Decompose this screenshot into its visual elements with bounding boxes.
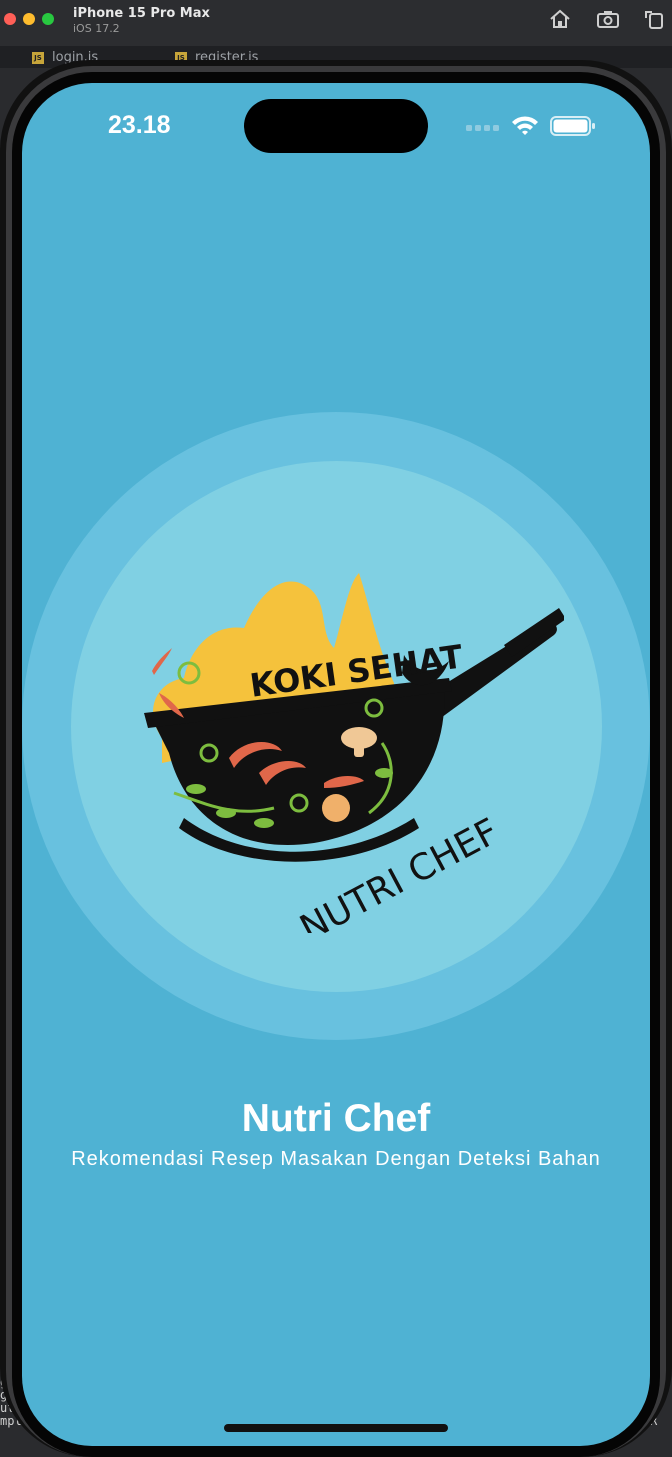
splash-screen: 23.18 KOKI SEHAT NUTRI CHEF Nutri Chef R…: [22, 83, 650, 1446]
os-version: iOS 17.2: [73, 22, 120, 35]
home-icon[interactable]: [548, 8, 572, 30]
battery-icon: [550, 116, 595, 136]
app-subtitle: Rekomendasi Resep Masakan Dengan Deteksi…: [71, 1148, 601, 1170]
chili-slice-icon: [152, 648, 172, 675]
close-window-button[interactable]: [4, 13, 16, 25]
rotate-icon[interactable]: [642, 8, 666, 30]
minimize-window-button[interactable]: [23, 13, 35, 25]
cellular-signal-icon: [466, 125, 499, 131]
app-title: Nutri Chef: [241, 1097, 431, 1140]
nutri-chef-logo: KOKI SEHAT NUTRI CHEF: [144, 573, 564, 933]
home-indicator[interactable]: [224, 1424, 448, 1432]
simulator-title-bar: iPhone 15 Pro Max iOS 17.2: [0, 0, 672, 47]
mushroom-stem: [354, 743, 364, 757]
leaf-icon: [254, 818, 274, 828]
leaf-icon: [186, 784, 206, 794]
screenshot-icon[interactable]: [596, 8, 620, 30]
js-file-icon: JS: [32, 51, 44, 64]
zoom-window-button[interactable]: [42, 13, 54, 25]
leaf-icon: [375, 768, 393, 778]
wifi-icon: [512, 116, 538, 135]
status-time: 23.18: [108, 111, 171, 139]
shrimp-icon: [322, 794, 350, 822]
device-name: iPhone 15 Pro Max: [73, 6, 210, 21]
dynamic-island: [244, 99, 428, 153]
leaf-icon: [216, 808, 236, 818]
